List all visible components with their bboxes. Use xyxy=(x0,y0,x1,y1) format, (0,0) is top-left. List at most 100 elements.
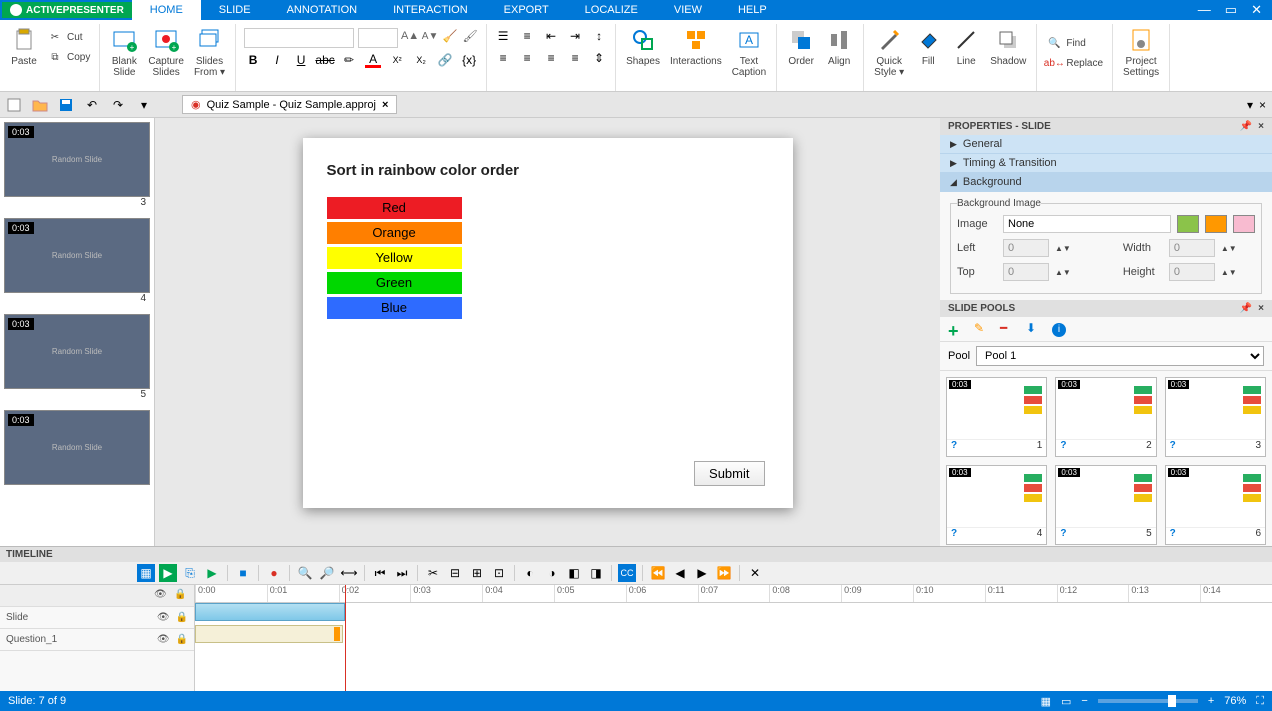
close-pane-icon[interactable]: × xyxy=(1259,98,1266,112)
image-browse-icon[interactable] xyxy=(1177,215,1199,233)
indent-dec-icon[interactable]: ⇤ xyxy=(543,28,559,44)
pool-thumb[interactable]: 0:03?4 xyxy=(946,465,1047,545)
tl-fit-icon[interactable]: ⟷ xyxy=(340,564,358,582)
variable-icon[interactable]: {x} xyxy=(461,52,477,68)
color-item[interactable]: Green xyxy=(327,272,462,294)
tl-c-icon[interactable]: ⊡ xyxy=(490,564,508,582)
slide-thumb[interactable]: 0:03Random Slide4 xyxy=(4,218,150,304)
capture-slides-button[interactable]: +Capture Slides xyxy=(144,24,188,80)
tab-export[interactable]: EXPORT xyxy=(486,0,567,20)
record-icon[interactable]: ● xyxy=(265,564,283,582)
tl-mode2-icon[interactable]: ▶ xyxy=(159,564,177,582)
tl-zoomin-icon[interactable]: 🔍 xyxy=(296,564,314,582)
tab-close-icon[interactable]: × xyxy=(382,99,388,111)
justify-icon[interactable]: ≡ xyxy=(567,50,583,66)
align-center-icon[interactable]: ≡ xyxy=(519,50,535,66)
tab-localize[interactable]: LOCALIZE xyxy=(567,0,656,20)
pool-thumb[interactable]: 0:03?1 xyxy=(946,377,1047,457)
tab-annotation[interactable]: ANNOTATION xyxy=(269,0,375,20)
width-input[interactable] xyxy=(1169,239,1215,257)
interactions-button[interactable]: Interactions xyxy=(666,24,726,80)
shapes-button[interactable]: Shapes xyxy=(622,24,664,80)
quick-style-button[interactable]: Quick Style ▾ xyxy=(870,24,908,80)
clear-format-icon[interactable]: 🧹 xyxy=(442,28,458,44)
add-pool-icon[interactable]: + xyxy=(948,321,964,337)
close-icon[interactable]: × xyxy=(1258,121,1264,132)
timeline-canvas[interactable]: 0:000:010:020:030:040:050:060:070:080:09… xyxy=(195,585,1272,691)
slides-from-button[interactable]: Slides From ▾ xyxy=(190,24,229,80)
view-slide-icon[interactable]: ▭ xyxy=(1061,695,1071,708)
playhead[interactable] xyxy=(345,585,346,691)
play-icon[interactable]: ▶ xyxy=(203,564,221,582)
format-painter-icon[interactable]: 🖌 xyxy=(462,28,478,44)
minimize-icon[interactable]: — xyxy=(1198,2,1211,18)
slide-thumb[interactable]: 0:03Random Slide3 xyxy=(4,122,150,208)
tl-split-icon[interactable]: ✂ xyxy=(424,564,442,582)
align-left-icon[interactable]: ≡ xyxy=(495,50,511,66)
new-icon[interactable] xyxy=(6,97,22,113)
underline-icon[interactable]: U xyxy=(293,52,309,68)
tl-f-icon[interactable]: ◧ xyxy=(565,564,583,582)
edit-pool-icon[interactable]: ✎ xyxy=(974,321,990,337)
section-timing[interactable]: ▶Timing & Transition xyxy=(940,154,1272,173)
delete-pool-icon[interactable]: ━ xyxy=(1000,321,1016,337)
tl-e-icon[interactable]: ◑ xyxy=(543,564,561,582)
collapse-icon[interactable]: ▾ xyxy=(1247,98,1253,112)
save-icon[interactable] xyxy=(58,97,74,113)
track-question[interactable]: Question_1👁🔒 xyxy=(0,629,194,651)
strike-icon[interactable]: abc xyxy=(317,52,333,68)
import-pool-icon[interactable]: ⬇ xyxy=(1026,321,1042,337)
numbering-icon[interactable]: ≡ xyxy=(519,28,535,44)
tl-mode3-icon[interactable]: ⎘ xyxy=(181,564,199,582)
grow-font-icon[interactable]: A▲ xyxy=(402,28,418,44)
canvas-area[interactable]: Sort in rainbow color order RedOrangeYel… xyxy=(155,118,940,546)
pool-thumb[interactable]: 0:03?5 xyxy=(1055,465,1156,545)
height-input[interactable] xyxy=(1169,263,1215,281)
bullets-icon[interactable]: ☰ xyxy=(495,28,511,44)
tl-first-icon[interactable]: ⏪ xyxy=(649,564,667,582)
fit-icon[interactable]: ⛶ xyxy=(1256,695,1264,708)
question-bar[interactable] xyxy=(195,625,343,643)
redo-icon[interactable]: ↷ xyxy=(110,97,126,113)
order-button[interactable]: Order xyxy=(783,24,819,69)
tl-last-icon[interactable]: ⏩ xyxy=(715,564,733,582)
tab-interaction[interactable]: INTERACTION xyxy=(375,0,486,20)
slide-thumbnails-panel[interactable]: 0:03Random Slide3 0:03Random Slide4 0:03Ra… xyxy=(0,118,155,546)
track-slide[interactable]: Slide👁🔒 xyxy=(0,607,194,629)
project-settings-button[interactable]: Project Settings xyxy=(1119,24,1163,80)
bold-icon[interactable]: B xyxy=(245,52,261,68)
zoom-in-icon[interactable]: + xyxy=(1208,695,1214,707)
zoom-out-icon[interactable]: − xyxy=(1081,695,1087,707)
blank-slide-button[interactable]: +Blank Slide xyxy=(106,24,142,80)
fill-button[interactable]: Fill xyxy=(910,24,946,80)
section-background[interactable]: ◢Background xyxy=(940,173,1272,192)
open-icon[interactable] xyxy=(32,97,48,113)
pool-select[interactable]: Pool 1 xyxy=(976,346,1264,366)
lock-icon[interactable]: 🔒 xyxy=(174,589,188,603)
font-size-select[interactable] xyxy=(358,28,398,48)
tl-mode1-icon[interactable]: ▦ xyxy=(137,564,155,582)
color-item[interactable]: Red xyxy=(327,197,462,219)
pin-icon[interactable]: 📌 xyxy=(1240,303,1252,314)
valign-icon[interactable]: ⇕ xyxy=(591,50,607,66)
top-input[interactable] xyxy=(1003,263,1049,281)
image-input[interactable] xyxy=(1003,215,1171,233)
eye-icon[interactable]: 👁 xyxy=(154,589,168,603)
image-add-icon[interactable] xyxy=(1205,215,1227,233)
slide-thumb[interactable]: 0:03Random Slide xyxy=(4,410,150,485)
image-delete-icon[interactable] xyxy=(1233,215,1255,233)
cut-button[interactable]: ✂Cut xyxy=(44,28,93,46)
tl-prev-icon[interactable]: ⏮ xyxy=(371,564,389,582)
tab-help[interactable]: HELP xyxy=(720,0,785,20)
pool-thumb[interactable]: 0:03?3 xyxy=(1165,377,1266,457)
cc-icon[interactable]: CC xyxy=(618,564,636,582)
line-button[interactable]: Line xyxy=(948,24,984,80)
find-button[interactable]: 🔍Find xyxy=(1043,34,1106,52)
color-item[interactable]: Blue xyxy=(327,297,462,319)
stop-icon[interactable]: ■ xyxy=(234,564,252,582)
slide-thumb[interactable]: 0:03Random Slide5 xyxy=(4,314,150,400)
qat-more-icon[interactable]: ▾ xyxy=(136,97,152,113)
italic-icon[interactable]: I xyxy=(269,52,285,68)
tl-zoomout-icon[interactable]: 🔎 xyxy=(318,564,336,582)
color-item[interactable]: Yellow xyxy=(327,247,462,269)
